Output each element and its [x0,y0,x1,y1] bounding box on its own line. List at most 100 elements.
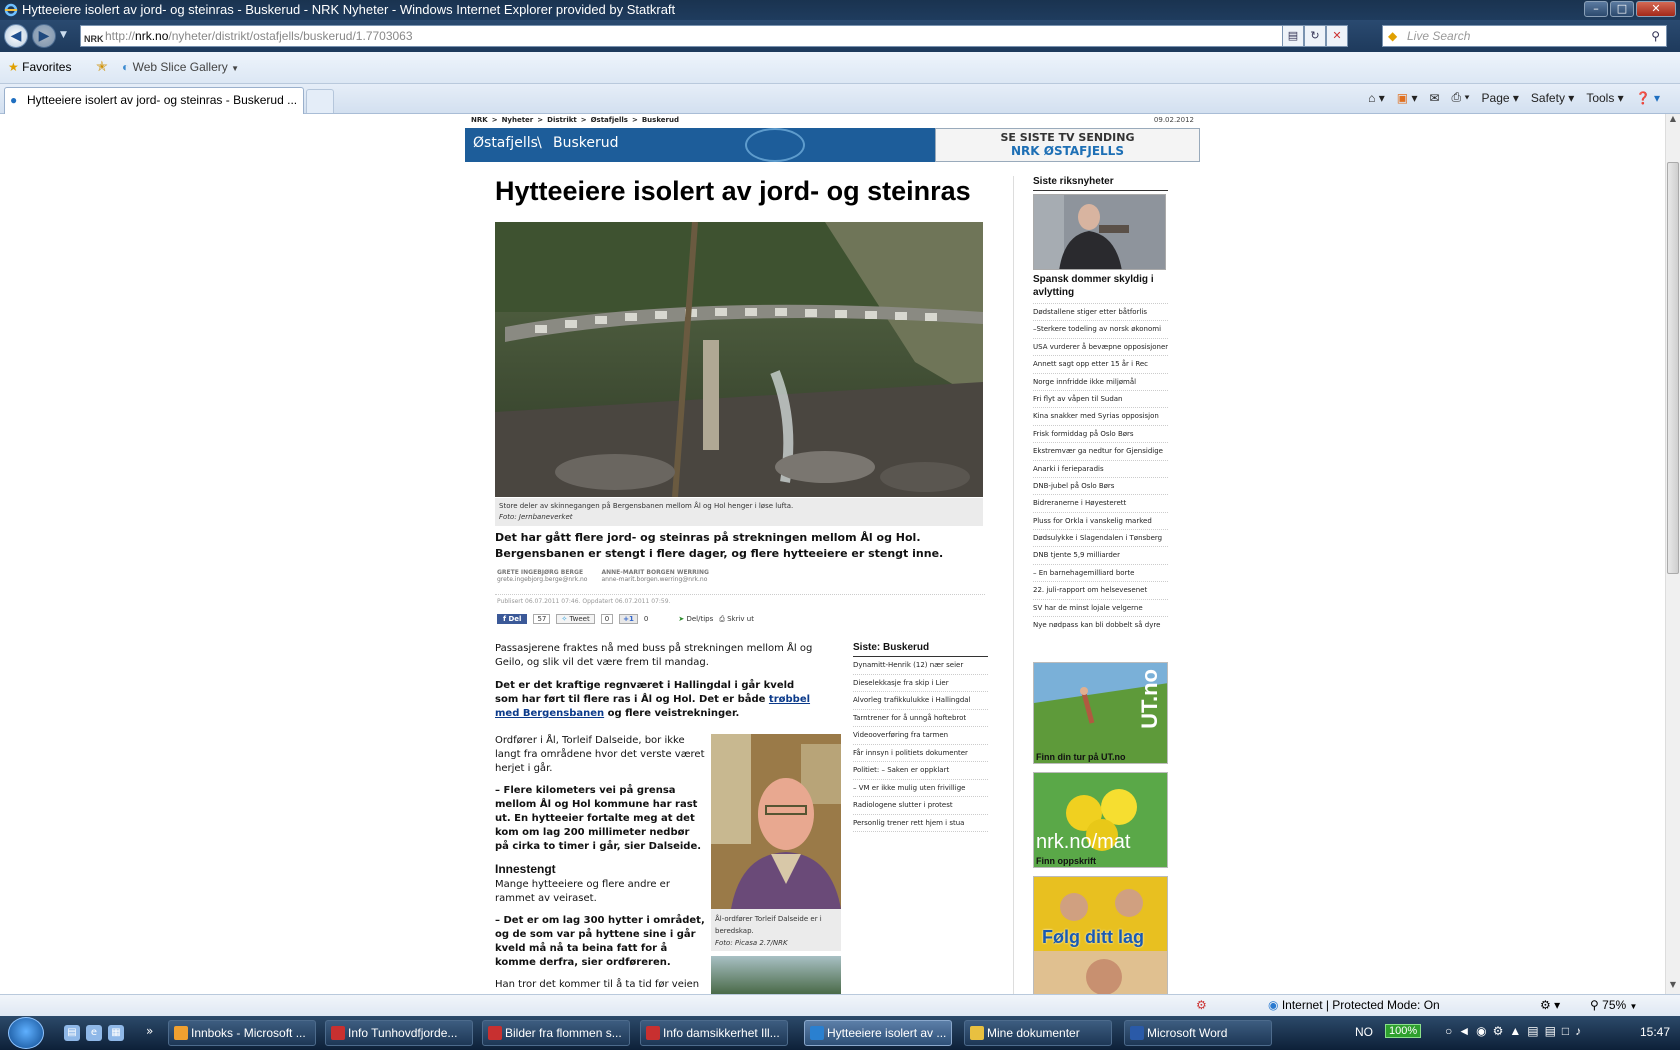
list-item[interactable]: Alvorleg trafikkulukke i Hallingdal [853,692,988,710]
web-slice-gallery-button[interactable]: ◐ Web Slice Gallery ▼ [122,60,239,74]
list-item[interactable]: Får innsyn i politiets dokumenter [853,745,988,762]
search-box[interactable]: ◆ Live Search ⚲ [1382,25,1667,47]
protected-mode-settings-icon[interactable]: ⚙ ▾ [1540,998,1560,1012]
list-item[interactable]: – VM er ikke mulig uten frivillige [853,780,988,797]
list-item[interactable]: Dieselekkasje fra skip i Lier [853,675,988,692]
close-window-button[interactable]: ✕ [1636,1,1676,17]
list-item[interactable]: –Sterkere todeling av norsk økonomi [1033,320,1168,337]
byline-email[interactable]: anne-marit.borgen.werring@nrk.no [601,576,709,583]
region-link-buskerud[interactable]: Buskerud [553,135,619,151]
folg-ditt-lag-promo[interactable]: Følg ditt lag [1033,876,1168,994]
feeds-icon[interactable]: ▣ ▾ [1397,91,1418,105]
recent-pages-dropdown[interactable]: ▼ [60,30,67,40]
favorites-button[interactable]: ★ Favorites [8,60,71,74]
switch-windows-icon[interactable]: ▦ [108,1025,124,1041]
list-item[interactable]: Dødstallene stiger etter båtforlis [1033,303,1168,320]
tray-icons[interactable]: ○◄◉⚙▲▤▤□♪ [1445,1024,1587,1038]
breadcrumb-nrk[interactable]: NRK [471,116,488,124]
facebook-share-button[interactable]: f Del [497,614,528,624]
list-item[interactable]: Bidreranerne i Høyesterett [1033,494,1168,511]
list-item[interactable]: – En barnehagemilliard borte [1033,563,1168,581]
safety-menu[interactable]: Safety ▾ [1531,91,1574,105]
mayor-portrait-photo[interactable] [711,734,841,909]
scroll-up-icon[interactable]: ▲ [1666,114,1680,128]
security-zone[interactable]: ◉ Internet | Protected Mode: On [1268,998,1440,1012]
list-item[interactable]: Radiologene slutter i protest [853,797,988,815]
search-icon[interactable]: ⚲ [1651,26,1660,46]
list-item[interactable]: Fri flyt av våpen til Sudan [1033,389,1168,407]
list-item[interactable]: Dynamitt-Henrik (12) nær seier [853,657,988,675]
list-item[interactable]: Annett sagt opp etter 15 år i Rec [1033,355,1168,372]
byline[interactable]: GRETE INGEBJØRG BERGE grete.ingebjorg.ber… [497,569,587,583]
new-tab-button[interactable] [306,89,334,113]
byline[interactable]: ANNE-MARIT BORGEN WERRING anne-marit.borg… [601,569,709,583]
print-article-button[interactable]: ⎙ Skriv ut [719,615,754,624]
help-icon[interactable]: ❓ ▾ [1636,91,1660,105]
zoom-level[interactable]: ⚲ 75% ▼ [1590,998,1637,1012]
top-news-thumbnail[interactable] [1033,194,1166,270]
language-indicator[interactable]: NO [1355,1025,1373,1039]
minimize-button[interactable]: – [1584,1,1608,17]
breadcrumb-nyheter[interactable]: Nyheter [502,116,534,124]
show-desktop-icon[interactable]: ▤ [64,1025,80,1041]
list-item[interactable]: Anarki i ferieparadis [1033,459,1168,477]
list-item[interactable]: Tarntrener for å unngå hoftebrot [853,710,988,727]
list-item[interactable]: Pluss for Orkla i vanskelig marked [1033,511,1168,529]
list-item[interactable]: Frisk formiddag på Oslo Børs [1033,424,1168,442]
list-item[interactable]: Kina snakker med Syrias opposisjon [1033,407,1168,424]
forward-button[interactable]: ▶ [32,24,56,48]
vertical-scrollbar[interactable]: ▲ ▼ [1665,114,1680,994]
list-item[interactable]: Ekstremvær ga nedtur for Gjensidige [1033,442,1168,459]
byline-email[interactable]: grete.ingebjorg.berge@nrk.no [497,576,587,583]
page-menu[interactable]: Page ▾ [1482,91,1519,105]
start-button[interactable] [8,1017,44,1049]
scrollbar-thumb[interactable] [1667,162,1679,574]
ie-quicklaunch-icon[interactable]: e [86,1025,102,1041]
ut-no-promo[interactable]: UT.no Finn din tur på UT.no [1033,662,1168,764]
read-mail-icon[interactable]: ✉ [1429,91,1439,105]
quicklaunch-overflow-icon[interactable]: » [146,1024,153,1038]
article-main-photo[interactable] [495,222,983,497]
print-icon[interactable]: ⎙ ▾ [1452,90,1470,105]
list-item[interactable]: Norge innfridde ikke miljømål [1033,372,1168,390]
home-icon[interactable]: ⌂ ▾ [1368,91,1385,105]
forest-photo[interactable] [711,956,841,994]
address-bar[interactable]: NRK http://nrk.no/nyheter/distrikt/ostafj… [80,25,1300,47]
list-item[interactable]: DNB-jubel på Oslo Børs [1033,476,1168,494]
taskbar-item-damsikkerhet[interactable]: Info damsikkerhet Ill... [640,1020,788,1046]
list-item[interactable]: Nye nødpass kan bli dobbelt så dyre [1033,616,1168,633]
list-item[interactable]: Politiet: – Saken er oppklart [853,762,988,780]
breadcrumb-buskerud[interactable]: Buskerud [642,116,679,124]
taskbar-item-mine-dokumenter[interactable]: Mine dokumenter [964,1020,1112,1046]
taskbar-item-bilder[interactable]: Bilder fra flommen s... [482,1020,630,1046]
share-tips-button[interactable]: ➤ Del/tips [678,615,713,623]
taskbar-item-tunhovd[interactable]: Info Tunhovdfjorde... [325,1020,473,1046]
tv-sending-banner[interactable]: SE SISTE TV SENDING NRK ØSTAFJELLS [935,128,1200,162]
list-item[interactable]: Dødsulykke i Slagendalen i Tønsberg [1033,529,1168,546]
top-news-headline[interactable]: Spansk dommer skyldig i avlytting [1033,273,1168,299]
region-link-ostafjells[interactable]: Østafjells [473,135,538,151]
stop-button[interactable]: ✕ [1326,25,1348,47]
tools-menu[interactable]: Tools ▾ [1586,91,1623,105]
taskbar-item-ie-article[interactable]: Hytteeiere isolert av ... [804,1020,952,1046]
nrk-mat-promo[interactable]: nrk.no/mat Finn oppskrift [1033,772,1168,868]
battery-indicator[interactable]: 100% [1385,1024,1422,1038]
refresh-button[interactable]: ↻ [1304,25,1326,47]
breadcrumb-ostafjells[interactable]: Østafjells [591,116,628,124]
add-to-favorites-icon[interactable]: ✭ [96,58,108,75]
list-item[interactable]: USA vurderer å bevæpne opposisjonen [1033,337,1168,355]
list-item[interactable]: SV har de minst lojale velgerne [1033,598,1168,616]
back-button[interactable]: ◀ [4,24,28,48]
google-plus-one-button[interactable]: +1 [619,614,638,624]
list-item[interactable]: Videooverføring fra tarmen [853,727,988,745]
popup-blocker-icon[interactable]: ⚙ [1196,998,1207,1012]
clock[interactable]: 15:47 [1640,1025,1670,1039]
compatibility-view-button[interactable]: ▤ [1282,25,1304,47]
taskbar-item-innboks[interactable]: Innboks - Microsoft ... [168,1020,316,1046]
taskbar-item-word[interactable]: Microsoft Word [1124,1020,1272,1046]
scroll-down-icon[interactable]: ▼ [1666,980,1680,994]
breadcrumb-distrikt[interactable]: Distrikt [547,116,577,124]
list-item[interactable]: Personlig trener rett hjem i stua [853,815,988,832]
maximize-button[interactable]: □ [1610,1,1634,17]
list-item[interactable]: DNB tjente 5,9 milliarder [1033,546,1168,563]
